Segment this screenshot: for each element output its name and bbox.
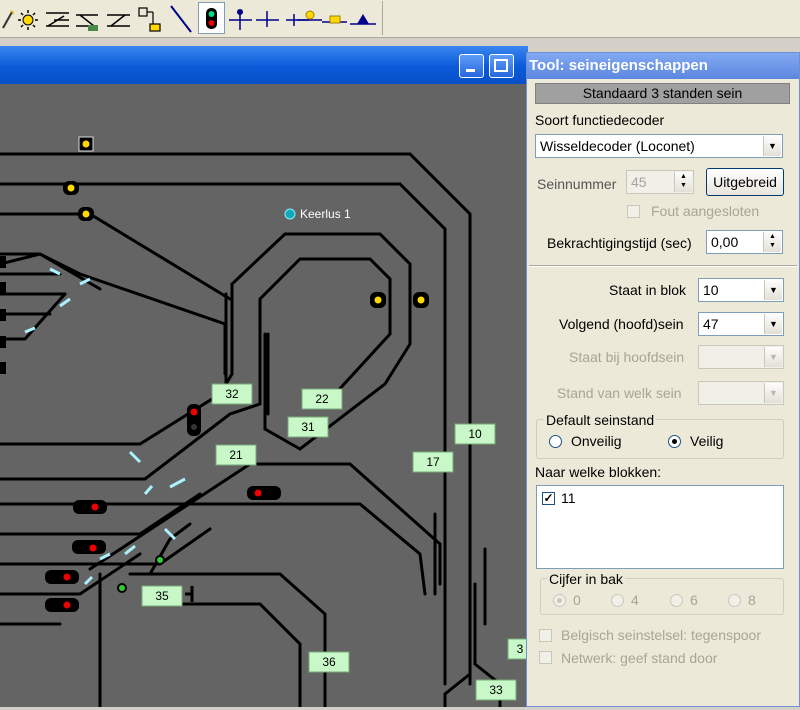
network-checkbox[interactable]: [539, 651, 552, 664]
svg-text:32: 32: [225, 387, 239, 401]
in-block-value: 10: [703, 282, 719, 298]
digit-label-4: 4: [631, 592, 639, 608]
activation-time-spinner[interactable]: 0,00 ▲ ▼: [706, 230, 783, 254]
svg-text:17: 17: [426, 455, 440, 469]
signal-post-icon[interactable]: [227, 2, 254, 34]
digit-label-0: 0: [573, 592, 581, 608]
unsafe-label: Onveilig: [571, 433, 622, 449]
signal-type-header: Standaard 3 standen sein: [535, 83, 790, 104]
separator: [529, 265, 797, 267]
keerlus-label: Keerlus 1: [300, 207, 351, 221]
track-plan-window: Keerlus 1 32 22 31 21 10 17 35 36 33 3: [0, 46, 529, 709]
belgian-checkbox[interactable]: [539, 629, 552, 642]
blocks-label: Naar welke blokken:: [535, 464, 662, 480]
signal-triangle-icon[interactable]: [350, 2, 377, 34]
safe-label: Veilig: [690, 433, 724, 449]
digit-label-6: 6: [690, 592, 698, 608]
block-label[interactable]: 21: [215, 444, 257, 466]
crossing-icon[interactable]: [105, 2, 132, 34]
block-label[interactable]: 32: [211, 383, 253, 405]
block-list-item: 11: [561, 490, 576, 506]
next-signal-select[interactable]: 47 ▼: [698, 312, 784, 336]
decoder-type-label: Soort functiedecoder: [535, 112, 665, 128]
block-label[interactable]: 31: [287, 416, 329, 438]
chevron-down-icon[interactable]: ▼: [764, 347, 782, 367]
digit-radio-4[interactable]: [611, 594, 624, 607]
chevron-down-icon[interactable]: ▼: [763, 136, 781, 156]
extended-button[interactable]: Uitgebreid: [706, 168, 784, 196]
signal-tool-icon[interactable]: [198, 2, 225, 34]
main-signal-select[interactable]: ▼: [698, 345, 784, 369]
which-signal-label: Stand van welk sein: [557, 385, 682, 401]
in-block-select[interactable]: 10 ▼: [698, 278, 784, 302]
belgian-label: Belgisch seinstelsel: tegenspoor: [561, 627, 762, 643]
turnout-multi-icon[interactable]: [74, 2, 101, 34]
svg-text:3: 3: [517, 642, 524, 656]
svg-text:10: 10: [468, 427, 482, 441]
which-signal-select[interactable]: ▼: [698, 381, 784, 405]
digit-label-8: 8: [748, 592, 756, 608]
main-signal-label: Staat bij hoofdsein: [569, 349, 685, 365]
diagonal-track-icon[interactable]: [167, 2, 194, 34]
panel-title: Tool: seineigenschappen: [527, 53, 799, 79]
signal-properties-panel: Tool: seineigenschappen Standaard 3 stan…: [526, 52, 800, 707]
block-label[interactable]: 10: [454, 423, 496, 445]
in-block-label: Staat in blok: [609, 282, 687, 298]
chevron-down-icon[interactable]: ▼: [764, 383, 782, 403]
chevron-down-icon[interactable]: ▼: [764, 314, 782, 334]
activation-time-value: 0,00: [711, 234, 739, 250]
maximize-button[interactable]: [489, 54, 514, 78]
blocks-list[interactable]: ✓ 11: [536, 485, 784, 569]
digit-radio-0[interactable]: [553, 594, 566, 607]
svg-text:35: 35: [155, 589, 169, 603]
spinner-arrows-icon[interactable]: ▲ ▼: [763, 232, 781, 252]
decoder-type-select[interactable]: Wisseldecoder (Loconet) ▼: [535, 134, 783, 158]
tool-strip: [0, 1, 383, 35]
svg-text:21: 21: [229, 448, 243, 462]
turnout-left-icon[interactable]: [44, 2, 71, 34]
safe-radio[interactable]: [668, 435, 681, 448]
track-layout: Keerlus 1 32 22 31 21 10 17 35 36 33 3: [0, 136, 529, 709]
svg-text:36: 36: [322, 655, 336, 669]
track-plan-canvas[interactable]: Keerlus 1 32 22 31 21 10 17 35 36 33 3: [0, 84, 529, 709]
signal-post-2-icon[interactable]: [254, 2, 281, 34]
block-label[interactable]: 22: [301, 388, 343, 410]
signal-number-value: 45: [631, 174, 647, 190]
error-connected-label: Fout aangesloten: [651, 203, 760, 219]
default-signal-legend: Default seinstand: [544, 412, 657, 428]
next-signal-label: Volgend (hoofd)sein: [559, 316, 684, 332]
toolbar: [0, 0, 800, 38]
signal-block-icon[interactable]: [322, 2, 349, 34]
block-label[interactable]: 17: [412, 451, 454, 473]
signal-number-spinner[interactable]: 45 ▲ ▼: [626, 170, 694, 194]
signal-number-label: Seinnummer: [537, 176, 617, 192]
window-titlebar: [0, 46, 528, 84]
digit-group-legend: Cijfer in bak: [547, 571, 625, 587]
signal-light-icon[interactable]: [14, 2, 41, 34]
unsafe-radio[interactable]: [549, 435, 562, 448]
decoder-type-value: Wisseldecoder (Loconet): [540, 138, 695, 154]
activation-time-label: Bekrachtigingstijd (sec): [547, 235, 692, 251]
digit-radio-6[interactable]: [670, 594, 683, 607]
block-icon[interactable]: [136, 2, 163, 34]
digit-radio-8[interactable]: [728, 594, 741, 607]
block-label[interactable]: 35: [141, 585, 183, 607]
minimize-button[interactable]: [459, 54, 484, 78]
svg-text:22: 22: [315, 392, 329, 406]
block-label[interactable]: 3: [507, 638, 529, 660]
signal-markers: [0, 136, 429, 612]
error-connected-checkbox[interactable]: [627, 205, 640, 218]
svg-text:31: 31: [301, 420, 315, 434]
block-label[interactable]: 33: [475, 679, 517, 701]
next-signal-value: 47: [703, 316, 719, 332]
block-checkbox[interactable]: ✓: [542, 492, 555, 505]
network-label: Netwerk: geef stand door: [561, 650, 718, 666]
svg-text:33: 33: [489, 683, 503, 697]
block-label[interactable]: 36: [308, 651, 350, 673]
chevron-down-icon[interactable]: ▼: [764, 280, 782, 300]
spinner-arrows-icon[interactable]: ▲ ▼: [674, 172, 692, 192]
signal-yellow-icon[interactable]: [297, 2, 324, 34]
